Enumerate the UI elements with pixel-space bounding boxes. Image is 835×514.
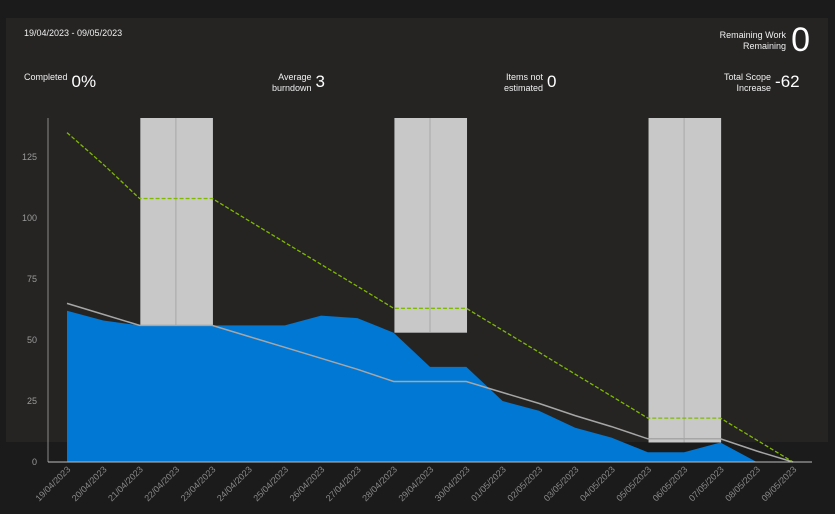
- y-tick-label: 50: [27, 335, 37, 345]
- x-tick-label: 23/04/2023: [179, 464, 218, 503]
- x-tick-label: 07/05/2023: [687, 464, 726, 503]
- weekend-band-2: [394, 118, 468, 333]
- x-tick-label: 29/04/2023: [396, 464, 435, 503]
- x-tick-label: 02/05/2023: [505, 464, 544, 503]
- x-tick-label: 22/04/2023: [142, 464, 181, 503]
- burndown-chart: 0 25 50 75 100 125 19/04/202320/04/202321/04/2…: [22, 118, 812, 503]
- x-tick-label: 08/05/2023: [723, 464, 762, 503]
- x-tick-label: 01/05/2023: [469, 464, 508, 503]
- x-tick-label: 03/05/2023: [542, 464, 581, 503]
- y-tick-label: 75: [27, 274, 37, 284]
- x-tick-label: 27/04/2023: [324, 464, 363, 503]
- x-tick-label: 05/05/2023: [614, 464, 653, 503]
- x-tick-label: 28/04/2023: [360, 464, 399, 503]
- weekend-band-3: [648, 118, 722, 443]
- x-tick-label: 26/04/2023: [288, 464, 327, 503]
- x-tick-label: 04/05/2023: [578, 464, 617, 503]
- y-tick-label: 100: [22, 213, 37, 223]
- x-tick-label: 21/04/2023: [106, 464, 145, 503]
- x-tick-label: 20/04/2023: [70, 464, 109, 503]
- x-tick-label: 06/05/2023: [651, 464, 690, 503]
- x-tick-label: 25/04/2023: [251, 464, 290, 503]
- x-tick-label: 24/04/2023: [215, 464, 254, 503]
- x-tick-label: 19/04/2023: [33, 464, 72, 503]
- y-tick-label: 125: [22, 152, 37, 162]
- x-tick-label: 09/05/2023: [759, 464, 798, 503]
- x-tick-label: 30/04/2023: [433, 464, 472, 503]
- y-tick-label: 25: [27, 396, 37, 406]
- weekend-band-1: [140, 118, 213, 326]
- y-tick-label: 0: [32, 457, 37, 467]
